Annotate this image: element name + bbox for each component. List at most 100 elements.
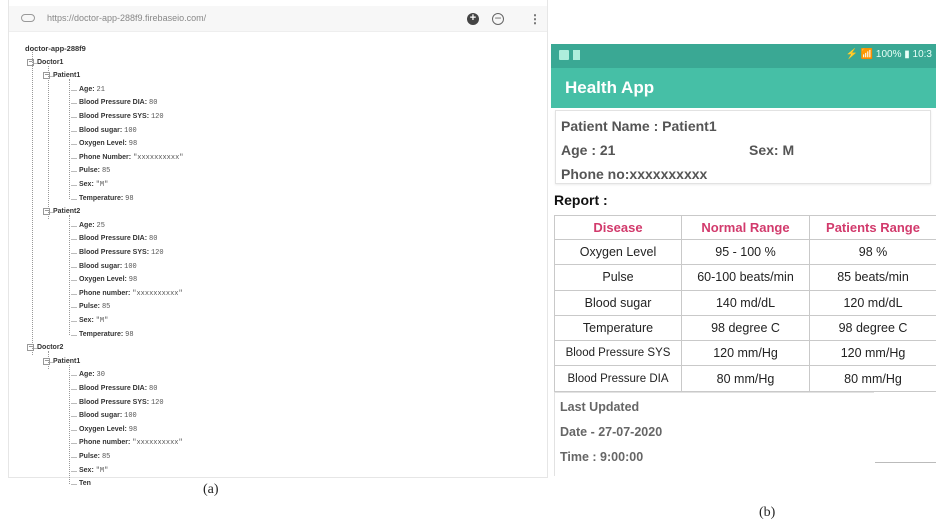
report-table: Disease Normal Range Patients Range Oxyg…	[554, 215, 936, 392]
field-value: 80	[149, 235, 158, 244]
tree-field: Age: 30	[79, 368, 105, 383]
update-date: Date - 27-07-2020	[560, 425, 663, 439]
tree-connector	[71, 130, 77, 132]
field-key: Blood Pressure SYS:	[79, 113, 151, 120]
tree-field: Age: 25	[79, 219, 105, 234]
tree-connector	[71, 225, 77, 227]
field-key: Blood sugar:	[79, 412, 125, 420]
table-row: Temperature 98 degree C 98 degree C	[554, 314, 936, 342]
field-key: Pulse:	[79, 453, 102, 460]
tree-connector	[71, 457, 77, 458]
tree-field: Blood Pressure SYS: 120	[79, 246, 164, 261]
field-value: "xxxxxxxxxx"	[132, 439, 183, 448]
table-row: Blood Pressure DIA 80 mm/Hg 80 mm/Hg	[554, 365, 936, 392]
tree-connector	[71, 144, 77, 146]
firebase-console-panel: https://doctor-app-288f9.firebaseio.com/…	[8, 0, 548, 487]
field-key: Oxygen Level:	[79, 276, 129, 284]
table-row: Blood Pressure SYS 120 mm/Hg 120 mm/Hg	[554, 340, 936, 367]
report-label: Report :	[554, 192, 608, 208]
patient-name: Patient Name : Patient1	[561, 118, 717, 134]
field-value: "M"	[95, 181, 109, 189]
field-key: Phone number:	[79, 289, 133, 297]
tree-connector	[69, 364, 70, 485]
tree-field: Temperature: 98	[79, 328, 134, 343]
tree-root[interactable]: doctor-app-288f9	[25, 42, 86, 56]
field-key: Temperature:	[79, 194, 126, 202]
tree-connector	[71, 185, 77, 186]
tree-field: Blood Pressure DIA: 80	[79, 232, 157, 247]
field-value: 85	[101, 167, 111, 176]
table-cell: 85 beats/min	[809, 264, 936, 291]
tree-connector	[71, 157, 77, 159]
table-cell: 98 degree C	[681, 314, 810, 342]
table-row: Oxygen Level 95 - 100 % 98 %	[554, 238, 936, 266]
figure-caption-b: (b)	[759, 505, 776, 520]
field-value: 100	[124, 262, 137, 271]
field-value: 80	[149, 385, 158, 393]
tree-connector	[71, 117, 77, 118]
tree-node-patient1[interactable]: Patient1	[53, 355, 80, 369]
field-value: 98	[128, 140, 138, 149]
table-cell: 120 md/dL	[809, 289, 936, 316]
tree-connector	[71, 198, 77, 200]
tree-field: Age: 21	[79, 83, 105, 98]
table-cell: 120 mm/Hg	[809, 340, 936, 367]
field-value: 30	[96, 371, 105, 380]
tree-node-patient1[interactable]: Patient1	[53, 69, 80, 83]
tree-node-doctor1[interactable]: Doctor1	[37, 56, 63, 70]
table-header: Patients Range	[809, 215, 936, 240]
tree-field: Blood sugar: 100	[79, 124, 137, 139]
status-bar: ⚡ 📶 100% ▮ 10:3	[551, 44, 936, 68]
field-value: 85	[101, 303, 111, 312]
tree-field: Oxygen Level: 98	[79, 423, 137, 438]
table-cell: 95 - 100 %	[681, 238, 810, 266]
link-icon	[21, 14, 35, 22]
field-value: 120	[150, 249, 164, 257]
table-header: Normal Range	[681, 215, 810, 240]
more-vert-icon[interactable]: ⋮	[529, 13, 541, 25]
tree-field: Pulse: 85	[79, 300, 110, 315]
table-row: Pulse 60-100 beats/min 85 beats/min	[554, 264, 936, 291]
tree-field: Blood sugar: 100	[79, 260, 137, 275]
field-key: Blood Pressure SYS:	[79, 398, 151, 406]
table-cell: Blood Pressure SYS	[554, 340, 682, 367]
tree-connector	[71, 334, 77, 336]
table-cell: Pulse	[554, 264, 682, 291]
tree-connector	[71, 239, 77, 241]
table-cell: Blood sugar	[554, 289, 682, 316]
tree-field: Pulse: 85	[79, 450, 110, 465]
table-cell: 80 mm/Hg	[681, 365, 810, 392]
remove-icon[interactable]: −	[492, 12, 504, 25]
phone-screen: ⚡ 📶 100% ▮ 10:3 Health App Patient Name …	[551, 44, 936, 476]
table-cell: 60-100 beats/min	[681, 264, 810, 291]
tree-connector	[71, 443, 77, 445]
field-key: Oxygen Level:	[79, 425, 129, 433]
table-header: Disease	[554, 215, 682, 240]
field-key: Ten	[79, 480, 91, 488]
tree-field: Temperature: 98	[79, 192, 134, 207]
tree-connector	[71, 429, 77, 431]
table-header-row: Disease Normal Range Patients Range	[554, 215, 936, 240]
database-url[interactable]: https://doctor-app-288f9.firebaseio.com/	[47, 13, 206, 23]
field-value: 100	[124, 412, 137, 421]
tree-connector	[71, 402, 77, 404]
tree-node-patient2[interactable]: Patient2	[53, 205, 80, 219]
field-key: Blood sugar:	[79, 262, 125, 270]
patient-age: Age : 21	[561, 142, 616, 158]
tree-field: Pulse: 85	[79, 164, 110, 179]
tree-field: Blood Pressure SYS: 120	[79, 110, 164, 125]
tree-field: Blood Pressure SYS: 120	[79, 396, 164, 411]
last-updated-card: Last Updated Date - 27-07-2020 Time : 9:…	[554, 392, 874, 476]
add-icon[interactable]: +	[467, 13, 479, 25]
tree-node-doctor2[interactable]: Doctor2	[37, 341, 63, 355]
table-cell: 98 %	[809, 238, 936, 266]
table-row: Blood sugar 140 md/dL 120 md/dL	[554, 289, 936, 316]
field-value: 100	[124, 126, 137, 135]
tree-connector	[71, 416, 77, 418]
tree-connector	[71, 470, 77, 472]
table-cell: Blood Pressure DIA	[554, 365, 682, 392]
field-key: Age:	[79, 221, 97, 229]
field-key: Pulse:	[79, 303, 102, 311]
table-cell: 120 mm/Hg	[681, 340, 810, 367]
field-value: 98	[128, 425, 138, 434]
